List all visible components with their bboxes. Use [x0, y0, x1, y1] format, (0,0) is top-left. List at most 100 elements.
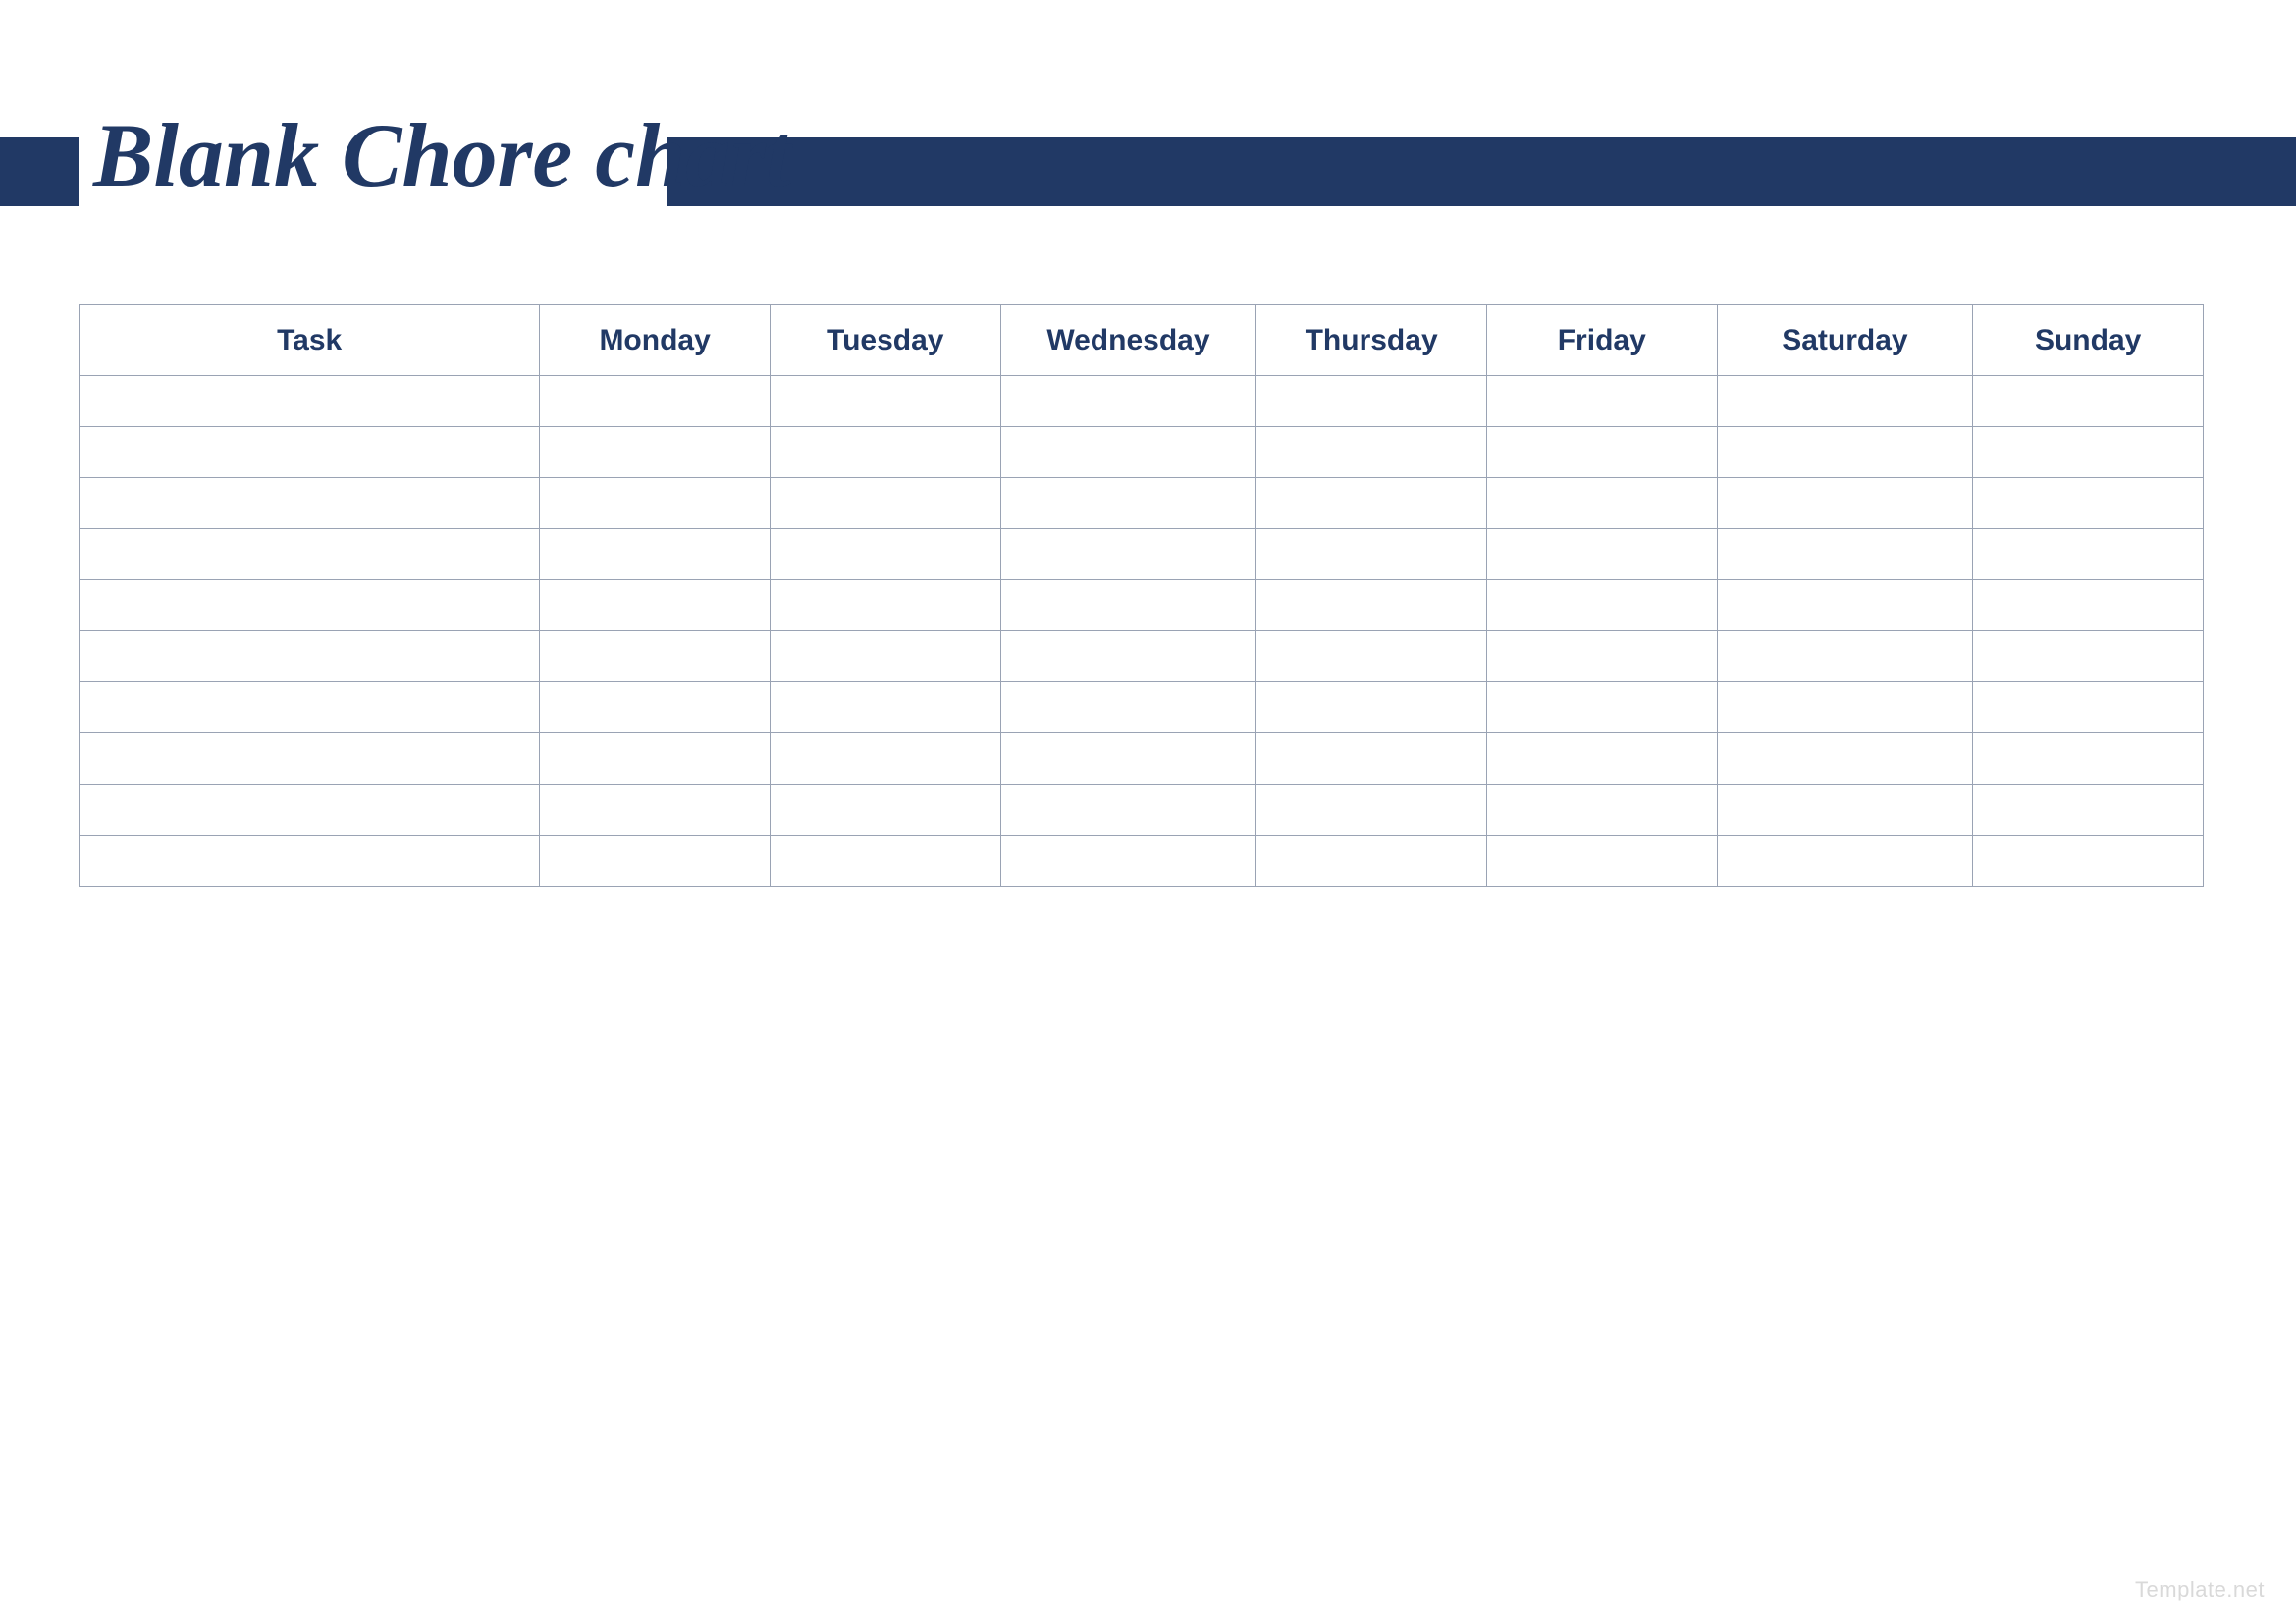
table-row — [80, 733, 2204, 785]
table-cell[interactable] — [770, 836, 1000, 887]
table-cell[interactable] — [1973, 529, 2204, 580]
table-cell[interactable] — [1256, 631, 1487, 682]
table-cell[interactable] — [540, 836, 771, 887]
table-cell[interactable] — [1000, 733, 1256, 785]
table-cell[interactable] — [1256, 529, 1487, 580]
table-cell[interactable] — [1973, 836, 2204, 887]
table-row — [80, 580, 2204, 631]
table-cell[interactable] — [1973, 631, 2204, 682]
table-cell[interactable] — [1973, 478, 2204, 529]
table-cell[interactable] — [540, 785, 771, 836]
chore-table: Task Monday Tuesday Wednesday Thursday F… — [79, 304, 2204, 887]
table-header-row: Task Monday Tuesday Wednesday Thursday F… — [80, 305, 2204, 376]
table-cell[interactable] — [80, 836, 540, 887]
table-cell[interactable] — [1000, 427, 1256, 478]
table-cell[interactable] — [540, 478, 771, 529]
table-cell[interactable] — [80, 682, 540, 733]
table-cell[interactable] — [1256, 682, 1487, 733]
table-cell[interactable] — [540, 682, 771, 733]
table-cell[interactable] — [1486, 478, 1717, 529]
table-cell[interactable] — [1973, 682, 2204, 733]
table-cell[interactable] — [1717, 733, 1973, 785]
table-cell[interactable] — [1486, 580, 1717, 631]
table-cell[interactable] — [80, 733, 540, 785]
table-cell[interactable] — [80, 427, 540, 478]
table-cell[interactable] — [1486, 785, 1717, 836]
table-cell[interactable] — [1717, 785, 1973, 836]
table-cell[interactable] — [770, 376, 1000, 427]
table-cell[interactable] — [770, 427, 1000, 478]
table-cell[interactable] — [770, 478, 1000, 529]
table-cell[interactable] — [1717, 682, 1973, 733]
table-cell[interactable] — [1973, 427, 2204, 478]
table-cell[interactable] — [1256, 478, 1487, 529]
table-cell[interactable] — [1486, 733, 1717, 785]
table-cell[interactable] — [1717, 478, 1973, 529]
banner-bar-right — [667, 137, 2296, 206]
col-header-task: Task — [80, 305, 540, 376]
table-cell[interactable] — [80, 785, 540, 836]
table-cell[interactable] — [80, 580, 540, 631]
table-cell[interactable] — [1717, 376, 1973, 427]
table-cell[interactable] — [1256, 580, 1487, 631]
table-cell[interactable] — [1717, 836, 1973, 887]
chore-table-body — [80, 376, 2204, 887]
col-header-tuesday: Tuesday — [770, 305, 1000, 376]
table-cell[interactable] — [1256, 785, 1487, 836]
col-header-wednesday: Wednesday — [1000, 305, 1256, 376]
table-cell[interactable] — [770, 785, 1000, 836]
table-cell[interactable] — [1486, 376, 1717, 427]
table-cell[interactable] — [540, 427, 771, 478]
table-row — [80, 529, 2204, 580]
table-row — [80, 785, 2204, 836]
table-cell[interactable] — [770, 733, 1000, 785]
table-row — [80, 427, 2204, 478]
table-cell[interactable] — [1256, 836, 1487, 887]
table-cell[interactable] — [770, 580, 1000, 631]
table-cell[interactable] — [1256, 376, 1487, 427]
table-cell[interactable] — [1000, 376, 1256, 427]
table-cell[interactable] — [540, 529, 771, 580]
table-cell[interactable] — [1000, 478, 1256, 529]
table-row — [80, 376, 2204, 427]
table-cell[interactable] — [1973, 580, 2204, 631]
table-cell[interactable] — [1000, 529, 1256, 580]
table-cell[interactable] — [1486, 682, 1717, 733]
table-cell[interactable] — [1717, 631, 1973, 682]
table-cell[interactable] — [1717, 427, 1973, 478]
table-cell[interactable] — [1973, 785, 2204, 836]
table-cell[interactable] — [1973, 733, 2204, 785]
col-header-thursday: Thursday — [1256, 305, 1487, 376]
table-cell[interactable] — [1486, 631, 1717, 682]
table-cell[interactable] — [1486, 529, 1717, 580]
watermark-text: Template.net — [2135, 1577, 2265, 1602]
table-cell[interactable] — [1256, 733, 1487, 785]
table-cell[interactable] — [1000, 631, 1256, 682]
banner-bar-left — [0, 137, 79, 206]
table-cell[interactable] — [1717, 529, 1973, 580]
table-cell[interactable] — [80, 631, 540, 682]
table-cell[interactable] — [770, 631, 1000, 682]
table-cell[interactable] — [1717, 580, 1973, 631]
table-cell[interactable] — [1486, 836, 1717, 887]
table-cell[interactable] — [1486, 427, 1717, 478]
table-cell[interactable] — [770, 529, 1000, 580]
table-cell[interactable] — [1000, 682, 1256, 733]
table-row — [80, 836, 2204, 887]
table-row — [80, 682, 2204, 733]
table-cell[interactable] — [540, 376, 771, 427]
table-cell[interactable] — [540, 580, 771, 631]
chore-table-wrap: Task Monday Tuesday Wednesday Thursday F… — [79, 304, 2204, 887]
table-cell[interactable] — [1256, 427, 1487, 478]
table-cell[interactable] — [540, 733, 771, 785]
table-cell[interactable] — [1000, 580, 1256, 631]
table-cell[interactable] — [540, 631, 771, 682]
table-cell[interactable] — [1973, 376, 2204, 427]
table-cell[interactable] — [770, 682, 1000, 733]
table-cell[interactable] — [1000, 836, 1256, 887]
table-cell[interactable] — [80, 376, 540, 427]
table-cell[interactable] — [80, 478, 540, 529]
table-cell[interactable] — [80, 529, 540, 580]
table-cell[interactable] — [1000, 785, 1256, 836]
col-header-monday: Monday — [540, 305, 771, 376]
